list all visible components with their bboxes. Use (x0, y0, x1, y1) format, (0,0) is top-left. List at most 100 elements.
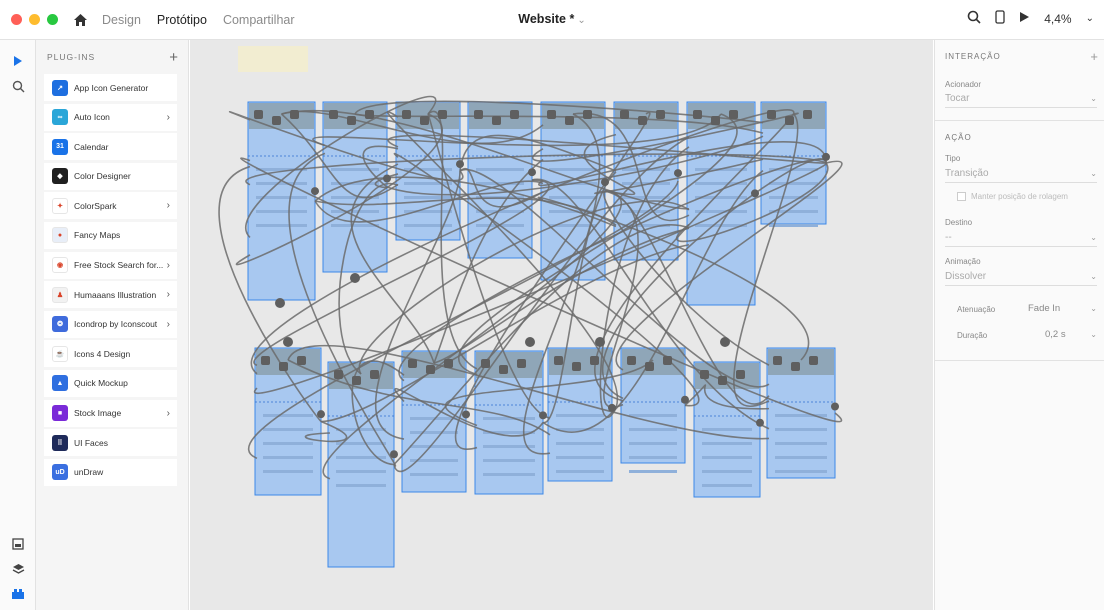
plugin-item[interactable]: ◆ Color Designer (44, 162, 177, 190)
plugins-icon[interactable] (9, 585, 27, 603)
mobile-preview-icon[interactable] (995, 10, 1005, 27)
text-placeholder (775, 470, 827, 473)
wire-handle (492, 116, 501, 125)
text-placeholder (549, 196, 597, 199)
chevron-right-icon: › (166, 259, 170, 271)
text-placeholder (410, 431, 458, 434)
close-window-button[interactable] (11, 14, 22, 25)
zoom-level[interactable]: 4,4% (1044, 12, 1071, 26)
plugin-label: Stock Image (74, 408, 122, 419)
destination-select[interactable]: -- ⌄ (945, 229, 1097, 247)
wire-handle (627, 356, 636, 365)
plugin-item[interactable]: ◉ Free Stock Search for... › (44, 251, 177, 279)
icondrop-icon: ❂ (52, 316, 68, 333)
text-placeholder (410, 473, 458, 476)
wire-handle (656, 110, 665, 119)
plugin-label: Fancy Maps (74, 230, 121, 241)
trigger-label: Acionador (945, 80, 982, 89)
prototype-canvas[interactable] (190, 40, 933, 610)
plugin-item[interactable]: ✦ ColorSpark › (44, 192, 177, 220)
plugin-label: App Icon Generator (74, 82, 149, 93)
chevron-right-icon: › (166, 289, 170, 301)
minimize-window-button[interactable] (29, 14, 40, 25)
plugin-item[interactable]: uD unDraw (44, 458, 177, 486)
layers-icon[interactable] (9, 560, 27, 578)
note-sticky (238, 46, 308, 72)
plugin-item[interactable]: ● Fancy Maps (44, 221, 177, 249)
wire-collapse-node (525, 337, 535, 347)
zoom-window-button[interactable] (47, 14, 58, 25)
mode-tabs: Design Protótipo Compartilhar (102, 13, 295, 27)
wire-end-node (311, 187, 319, 196)
wire-handle (663, 356, 672, 365)
window-controls (11, 14, 58, 25)
tab-design[interactable]: Design (102, 13, 141, 27)
preserve-scroll-label: Manter posição de rolagem (971, 192, 1068, 201)
type-select[interactable]: Transição ⌄ (945, 165, 1097, 183)
wire-handle (638, 116, 647, 125)
calendar-icon: 31 (52, 138, 68, 155)
plugin-item[interactable]: ■ Stock Image › (44, 399, 177, 427)
plugin-item[interactable]: ▲ Quick Mockup (44, 369, 177, 397)
plugin-label: Calendar (74, 141, 109, 152)
search-icon[interactable] (9, 77, 27, 95)
text-placeholder (702, 470, 752, 473)
wire-handle (402, 110, 411, 119)
top-bar: Design Protótipo Compartilhar Website * ⌄… (0, 0, 1104, 40)
home-icon[interactable] (72, 12, 88, 28)
artboard (327, 361, 395, 568)
wire-handle (736, 370, 745, 379)
plugin-item[interactable]: ↗ App Icon Generator (44, 74, 177, 101)
text-placeholder (769, 224, 818, 227)
text-placeholder (775, 428, 827, 431)
text-placeholder (769, 196, 818, 199)
zoom-chevron-down-icon[interactable]: ⌄ (1086, 13, 1094, 24)
plugin-label: Auto Icon (74, 112, 110, 123)
wire-handle (711, 116, 720, 125)
add-interaction-button[interactable]: + (1090, 49, 1098, 64)
chevron-right-icon: › (166, 111, 170, 123)
assets-icon[interactable] (9, 535, 27, 553)
add-plugin-button[interactable]: + (169, 49, 178, 66)
plugin-item[interactable]: ♟ Humaaans Illustration › (44, 281, 177, 309)
text-placeholder (336, 470, 386, 473)
wire-handle (565, 116, 574, 125)
wire-handle (420, 116, 429, 125)
text-placeholder (629, 442, 677, 445)
wire-collapse-node (720, 337, 730, 347)
duration-select[interactable]: 0,2 s ⌄ (1045, 326, 1097, 342)
wire-end-node (383, 174, 391, 183)
plugin-item[interactable]: ∞ Auto Icon › (44, 103, 177, 131)
plugin-item[interactable]: ☕ Icons 4 Design (44, 340, 177, 368)
wire-handle (272, 116, 281, 125)
tab-share[interactable]: Compartilhar (223, 13, 295, 27)
text-placeholder (629, 470, 677, 473)
plugin-item[interactable]: ❂ Icondrop by Iconscout › (44, 310, 177, 338)
preserve-scroll-option[interactable]: Manter posição de rolagem (957, 192, 1068, 201)
trigger-select[interactable]: Tocar ⌄ (945, 90, 1097, 108)
wire-handle (474, 110, 483, 119)
plugins-title: PLUG-INS (47, 52, 96, 62)
plugin-label: Humaaans Illustration (74, 289, 157, 300)
wire-end-node (751, 189, 759, 198)
text-placeholder (256, 182, 307, 185)
text-placeholder (702, 428, 752, 431)
plugin-label: unDraw (74, 467, 104, 478)
tab-prototype[interactable]: Protótipo (157, 13, 207, 27)
animation-value: Dissolver (945, 271, 987, 282)
wire-handle (590, 356, 599, 365)
preserve-scroll-checkbox[interactable] (957, 192, 966, 201)
wire-handle (329, 110, 338, 119)
user-search-icon[interactable] (967, 10, 981, 27)
colorspark-icon: ✦ (52, 197, 68, 214)
easing-select[interactable]: Fade In ⌄ (1028, 300, 1097, 316)
plugin-item[interactable]: 31 Calendar (44, 133, 177, 161)
play-icon[interactable] (1019, 11, 1030, 26)
select-arrow-icon[interactable] (9, 52, 27, 70)
plugin-item[interactable]: ⠿ UI Faces (44, 429, 177, 457)
wire-end-node (822, 152, 830, 161)
wire-handle (809, 356, 818, 365)
animation-select[interactable]: Dissolver ⌄ (945, 268, 1097, 286)
wire-handle (620, 110, 629, 119)
easing-label: Atenuação (957, 305, 996, 314)
